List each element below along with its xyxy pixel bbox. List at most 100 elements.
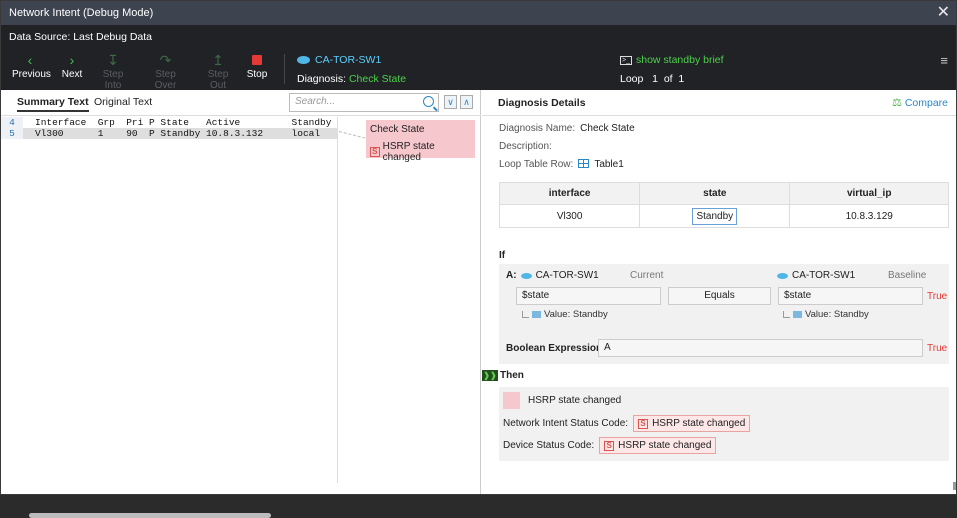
- boolean-result: True: [927, 343, 948, 354]
- folder-icon: [532, 311, 541, 318]
- next-button[interactable]: › Next: [59, 52, 85, 80]
- code-line: 4 Interface Grp Pri P State Active Stand…: [1, 117, 337, 128]
- note-title: Check State: [370, 124, 425, 135]
- device-status-value: HSRP state changed: [618, 440, 712, 451]
- device-indicator: CA-TOR-SW1: [297, 54, 381, 66]
- chevron-right-icon: ›: [69, 52, 75, 68]
- step-out-icon: ↥: [212, 52, 224, 68]
- loop-total: 1: [678, 73, 685, 85]
- stop-button[interactable]: Stop: [246, 52, 268, 80]
- search-icon[interactable]: [423, 96, 434, 107]
- debug-toolbar: ‹ Previous › Next ↧ Step Into ↷ Step Ove…: [1, 48, 956, 91]
- right-variable-field[interactable]: $state: [778, 287, 923, 305]
- status-code-icon: S: [604, 440, 615, 451]
- note-status-text: HSRP state changed: [382, 141, 435, 163]
- right-value: Value: Standby: [805, 309, 869, 320]
- boolean-expression-label: Boolean Expression:: [506, 343, 606, 354]
- chevron-left-icon: ‹: [27, 52, 33, 68]
- step-into-icon: ↧: [107, 52, 119, 68]
- right-mode: Baseline: [888, 270, 927, 281]
- check-state-note[interactable]: Check State S HSRP state changed: [366, 120, 475, 163]
- data-source-label: Data Source:: [9, 30, 71, 43]
- chevron-up-icon[interactable]: ∧: [460, 95, 473, 109]
- table-header-row: interface state virtual_ip: [498, 182, 949, 205]
- step-over-label: Step Over: [154, 69, 177, 91]
- right-value-row: Value: Standby: [783, 309, 869, 320]
- compare-button[interactable]: ⚖ Compare: [892, 96, 948, 110]
- close-icon[interactable]: ✕: [937, 3, 950, 23]
- ni-status-label: Network Intent Status Code:: [503, 418, 629, 429]
- line-number: 5: [1, 128, 23, 139]
- vertical-scrollbar[interactable]: [953, 482, 956, 490]
- stop-label: Stop: [246, 69, 268, 80]
- loop-of: of: [663, 73, 673, 85]
- left-variable-field[interactable]: $state: [516, 287, 661, 305]
- folder-icon: [793, 311, 802, 318]
- search-input[interactable]: Search...: [289, 93, 439, 112]
- data-source-bar: Data Source: Last Debug Data: [1, 25, 956, 48]
- condition-result: True: [927, 291, 948, 302]
- device-status-row: Device Status Code: S HSRP state changed: [503, 437, 717, 454]
- step-into-label: Step Into: [102, 69, 124, 91]
- diagnosis-name-label: Diagnosis Name:: [499, 123, 576, 134]
- annotation-connector: [338, 131, 366, 139]
- tab-original-text[interactable]: Original Text: [94, 96, 152, 108]
- line-text: Interface Grp Pri P State Active Standby: [35, 117, 332, 128]
- ni-status-row: Network Intent Status Code: S HSRP state…: [503, 415, 751, 432]
- condition-a-right: CA-TOR-SW1: [777, 270, 855, 281]
- ni-status-value: HSRP state changed: [652, 418, 746, 429]
- diagnosis-name-row: Diagnosis Name: Check State: [499, 123, 635, 134]
- operator-field[interactable]: Equals: [668, 287, 771, 305]
- table-icon: [578, 159, 590, 168]
- note-color-swatch: [503, 392, 520, 409]
- device-status-label: Device Status Code:: [503, 440, 595, 451]
- summary-text-view[interactable]: 4 Interface Grp Pri P State Active Stand…: [1, 117, 338, 518]
- details-title: Diagnosis Details: [498, 97, 586, 109]
- step-into-button[interactable]: ↧ Step Into: [94, 52, 132, 91]
- diagnosis-indicator: Diagnosis: Check State: [297, 73, 406, 85]
- diagnosis-details-pane: Diagnosis Details ⚖ Compare Diagnosis Na…: [482, 90, 956, 494]
- line-text: Vl300 1 90 P Standby 10.8.3.132 local: [35, 128, 321, 139]
- title-bar: Network Intent (Debug Mode) ✕: [1, 1, 956, 25]
- router-icon: [297, 56, 310, 64]
- then-label-row: ❱❱ Then: [482, 370, 524, 381]
- menu-icon[interactable]: ≡: [940, 53, 948, 68]
- tree-branch: [783, 311, 790, 318]
- loop-label: Loop: [620, 73, 644, 85]
- toolbar-divider: [284, 54, 285, 84]
- command-indicator[interactable]: >_ show standby brief: [620, 54, 724, 66]
- left-device: CA-TOR-SW1: [535, 270, 599, 281]
- if-label: If: [499, 250, 506, 261]
- then-label: Then: [500, 370, 524, 381]
- horizontal-scrollbar[interactable]: [29, 513, 271, 518]
- command-text: show standby brief: [636, 54, 724, 66]
- switch-icon: [520, 272, 532, 279]
- previous-button[interactable]: ‹ Previous: [12, 52, 51, 80]
- diagnosis-label: Diagnosis:: [297, 73, 347, 85]
- device-status-code[interactable]: S HSRP state changed: [599, 437, 717, 454]
- left-value-row: Value: Standby: [522, 309, 608, 320]
- table-cell: 10.8.3.129: [789, 204, 949, 228]
- device-name: CA-TOR-SW1: [315, 54, 382, 66]
- variable-table: interface state virtual_ip Vl300 Standby…: [498, 182, 949, 228]
- step-over-icon: ↷: [159, 52, 172, 68]
- chevron-down-icon[interactable]: ∨: [444, 95, 457, 109]
- ni-status-code[interactable]: S HSRP state changed: [633, 415, 751, 432]
- step-out-button[interactable]: ↥ Step Out: [199, 52, 237, 91]
- diagnosis-value: Check State: [348, 73, 407, 85]
- table-cell: Standby: [639, 204, 791, 228]
- then-note-text: HSRP state changed: [528, 395, 622, 406]
- left-value: Value: Standby: [544, 309, 608, 320]
- code-line-selected: 5 Vl300 1 90 P Standby 10.8.3.132 local: [1, 128, 337, 139]
- loop-table-value[interactable]: Table1: [594, 159, 623, 170]
- tab-summary-text[interactable]: Summary Text: [17, 96, 89, 112]
- status-code-icon: S: [638, 418, 649, 429]
- loop-table-label: Loop Table Row:: [499, 159, 574, 170]
- table-row: Vl300 Standby 10.8.3.129: [498, 204, 949, 228]
- step-over-button[interactable]: ↷ Step Over: [144, 52, 187, 91]
- step-out-label: Step Out: [207, 69, 229, 91]
- next-label: Next: [61, 69, 83, 80]
- boolean-expression-field[interactable]: A: [598, 339, 923, 357]
- condition-a-label: A:: [506, 270, 517, 281]
- status-code-icon: S: [370, 147, 380, 157]
